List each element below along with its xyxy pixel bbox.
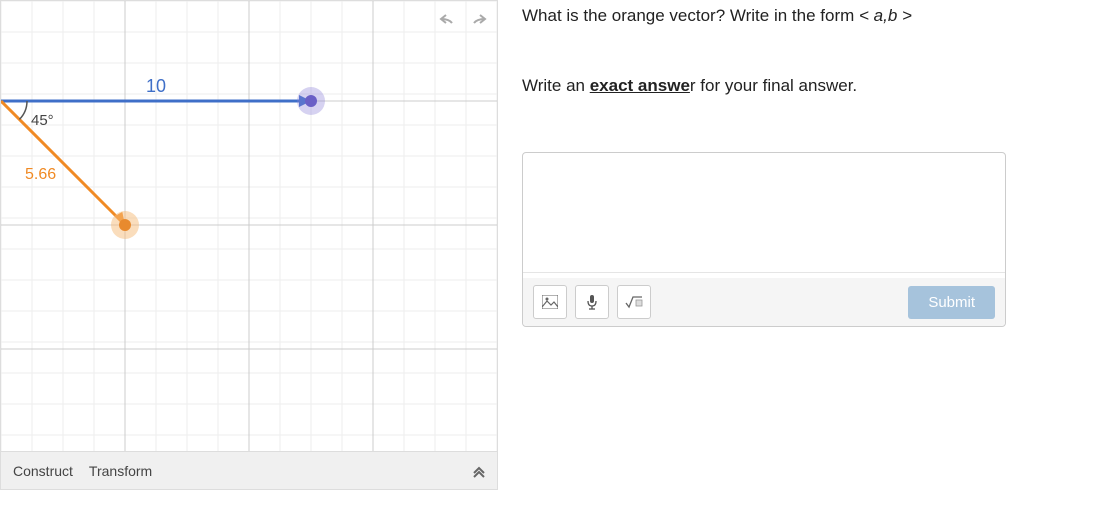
graph-panel: 10 45° 5.66 Construct Transform <box>0 0 498 490</box>
construct-button[interactable]: Construct <box>13 463 73 479</box>
question-math: < a,b > <box>859 6 912 25</box>
expand-icon[interactable] <box>471 463 487 479</box>
question-text: What is the orange vector? Write in the … <box>522 6 859 25</box>
transform-button[interactable]: Transform <box>89 463 152 479</box>
question-emphasis: exact answe <box>590 76 690 95</box>
graph-toolbar: Construct Transform <box>1 451 497 489</box>
submit-button[interactable]: Submit <box>908 286 995 319</box>
answer-toolbar: Submit <box>523 278 1005 326</box>
image-upload-icon[interactable] <box>533 285 567 319</box>
question-panel: What is the orange vector? Write in the … <box>522 0 1082 490</box>
angle-label: 45° <box>31 112 54 129</box>
blue-vector-label: 10 <box>146 76 166 96</box>
vector-plot: 10 45° 5.66 <box>1 1 497 451</box>
question-text-2a: Write an <box>522 76 590 95</box>
redo-icon[interactable] <box>467 9 489 31</box>
undo-icon[interactable] <box>437 9 459 31</box>
answer-input[interactable] <box>523 153 1005 273</box>
orange-vector-label: 5.66 <box>25 166 56 183</box>
angle-arc <box>19 101 27 119</box>
question-text-2b: r for your final answer. <box>690 76 857 95</box>
microphone-icon[interactable] <box>575 285 609 319</box>
graph-area[interactable]: 10 45° 5.66 <box>1 1 497 451</box>
question-line-1: What is the orange vector? Write in the … <box>522 6 1062 26</box>
question-line-2: Write an exact answer for your final ans… <box>522 76 1062 96</box>
math-input-icon[interactable] <box>617 285 651 319</box>
answer-box: Submit <box>522 152 1006 327</box>
